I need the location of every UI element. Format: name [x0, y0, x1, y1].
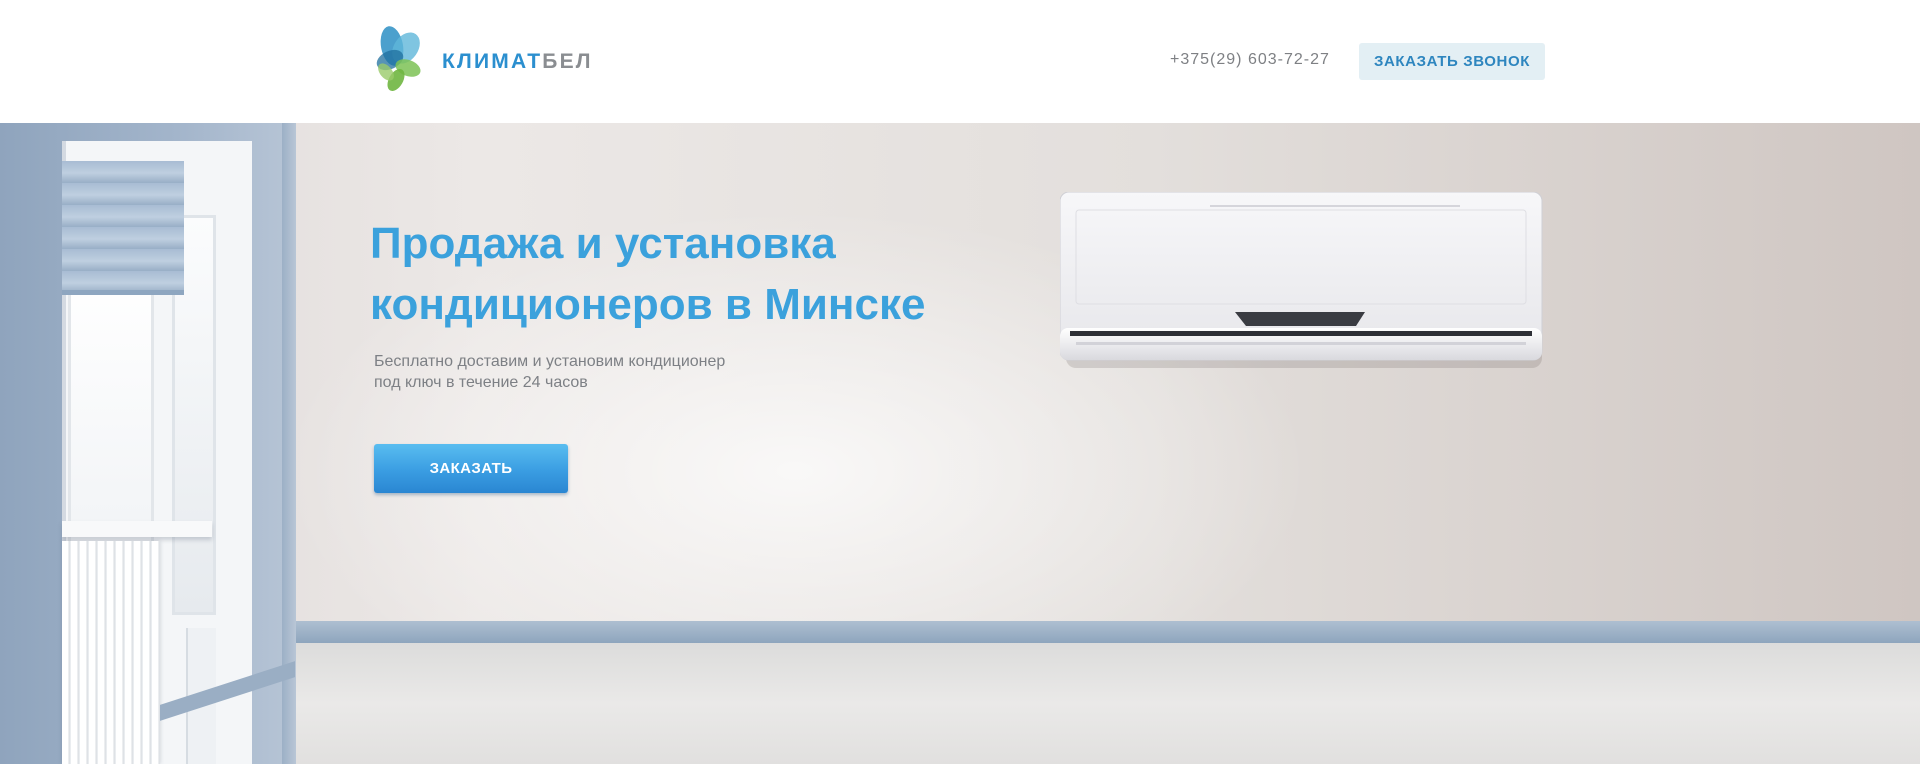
order-button[interactable]: ЗАКАЗАТЬ: [374, 444, 568, 493]
phone-number[interactable]: +375(29) 603-72-27: [1170, 51, 1330, 69]
window-sill: [62, 521, 212, 537]
room-floor: [160, 643, 1920, 764]
site-header: КЛИМАТБЕЛ +375(29) 603-72-27 ЗАКАЗАТЬ ЗВ…: [0, 0, 1920, 123]
hero-subtitle: Бесплатно доставим и установим кондицион…: [374, 351, 794, 393]
hero-subtitle-line-1: Бесплатно доставим и установим кондицион…: [374, 353, 726, 370]
logo-text: КЛИМАТБЕЛ: [442, 48, 593, 74]
leaf-logo-icon: [376, 26, 421, 91]
logo-text-primary: КЛИМАТ: [442, 50, 543, 73]
room-baseboard: [296, 621, 1920, 643]
logo-text-secondary: БЕЛ: [542, 50, 593, 73]
logo[interactable]: КЛИМАТБЕЛ: [372, 24, 593, 98]
radiator: [62, 541, 160, 764]
hero-title-line-1: Продажа и установка: [370, 219, 836, 268]
roman-blind: [62, 161, 184, 295]
air-conditioner-icon: [1060, 192, 1543, 368]
hero-section: Продажа и установка кондиционеров в Минс…: [0, 123, 1920, 764]
hero-title-line-2: кондиционеров в Минске: [370, 280, 926, 329]
callback-button[interactable]: ЗАКАЗАТЬ ЗВОНОК: [1359, 43, 1545, 80]
hero-title: Продажа и установка кондиционеров в Минс…: [370, 213, 1010, 335]
hero-subtitle-line-2: под ключ в течение 24 часов: [374, 374, 588, 391]
